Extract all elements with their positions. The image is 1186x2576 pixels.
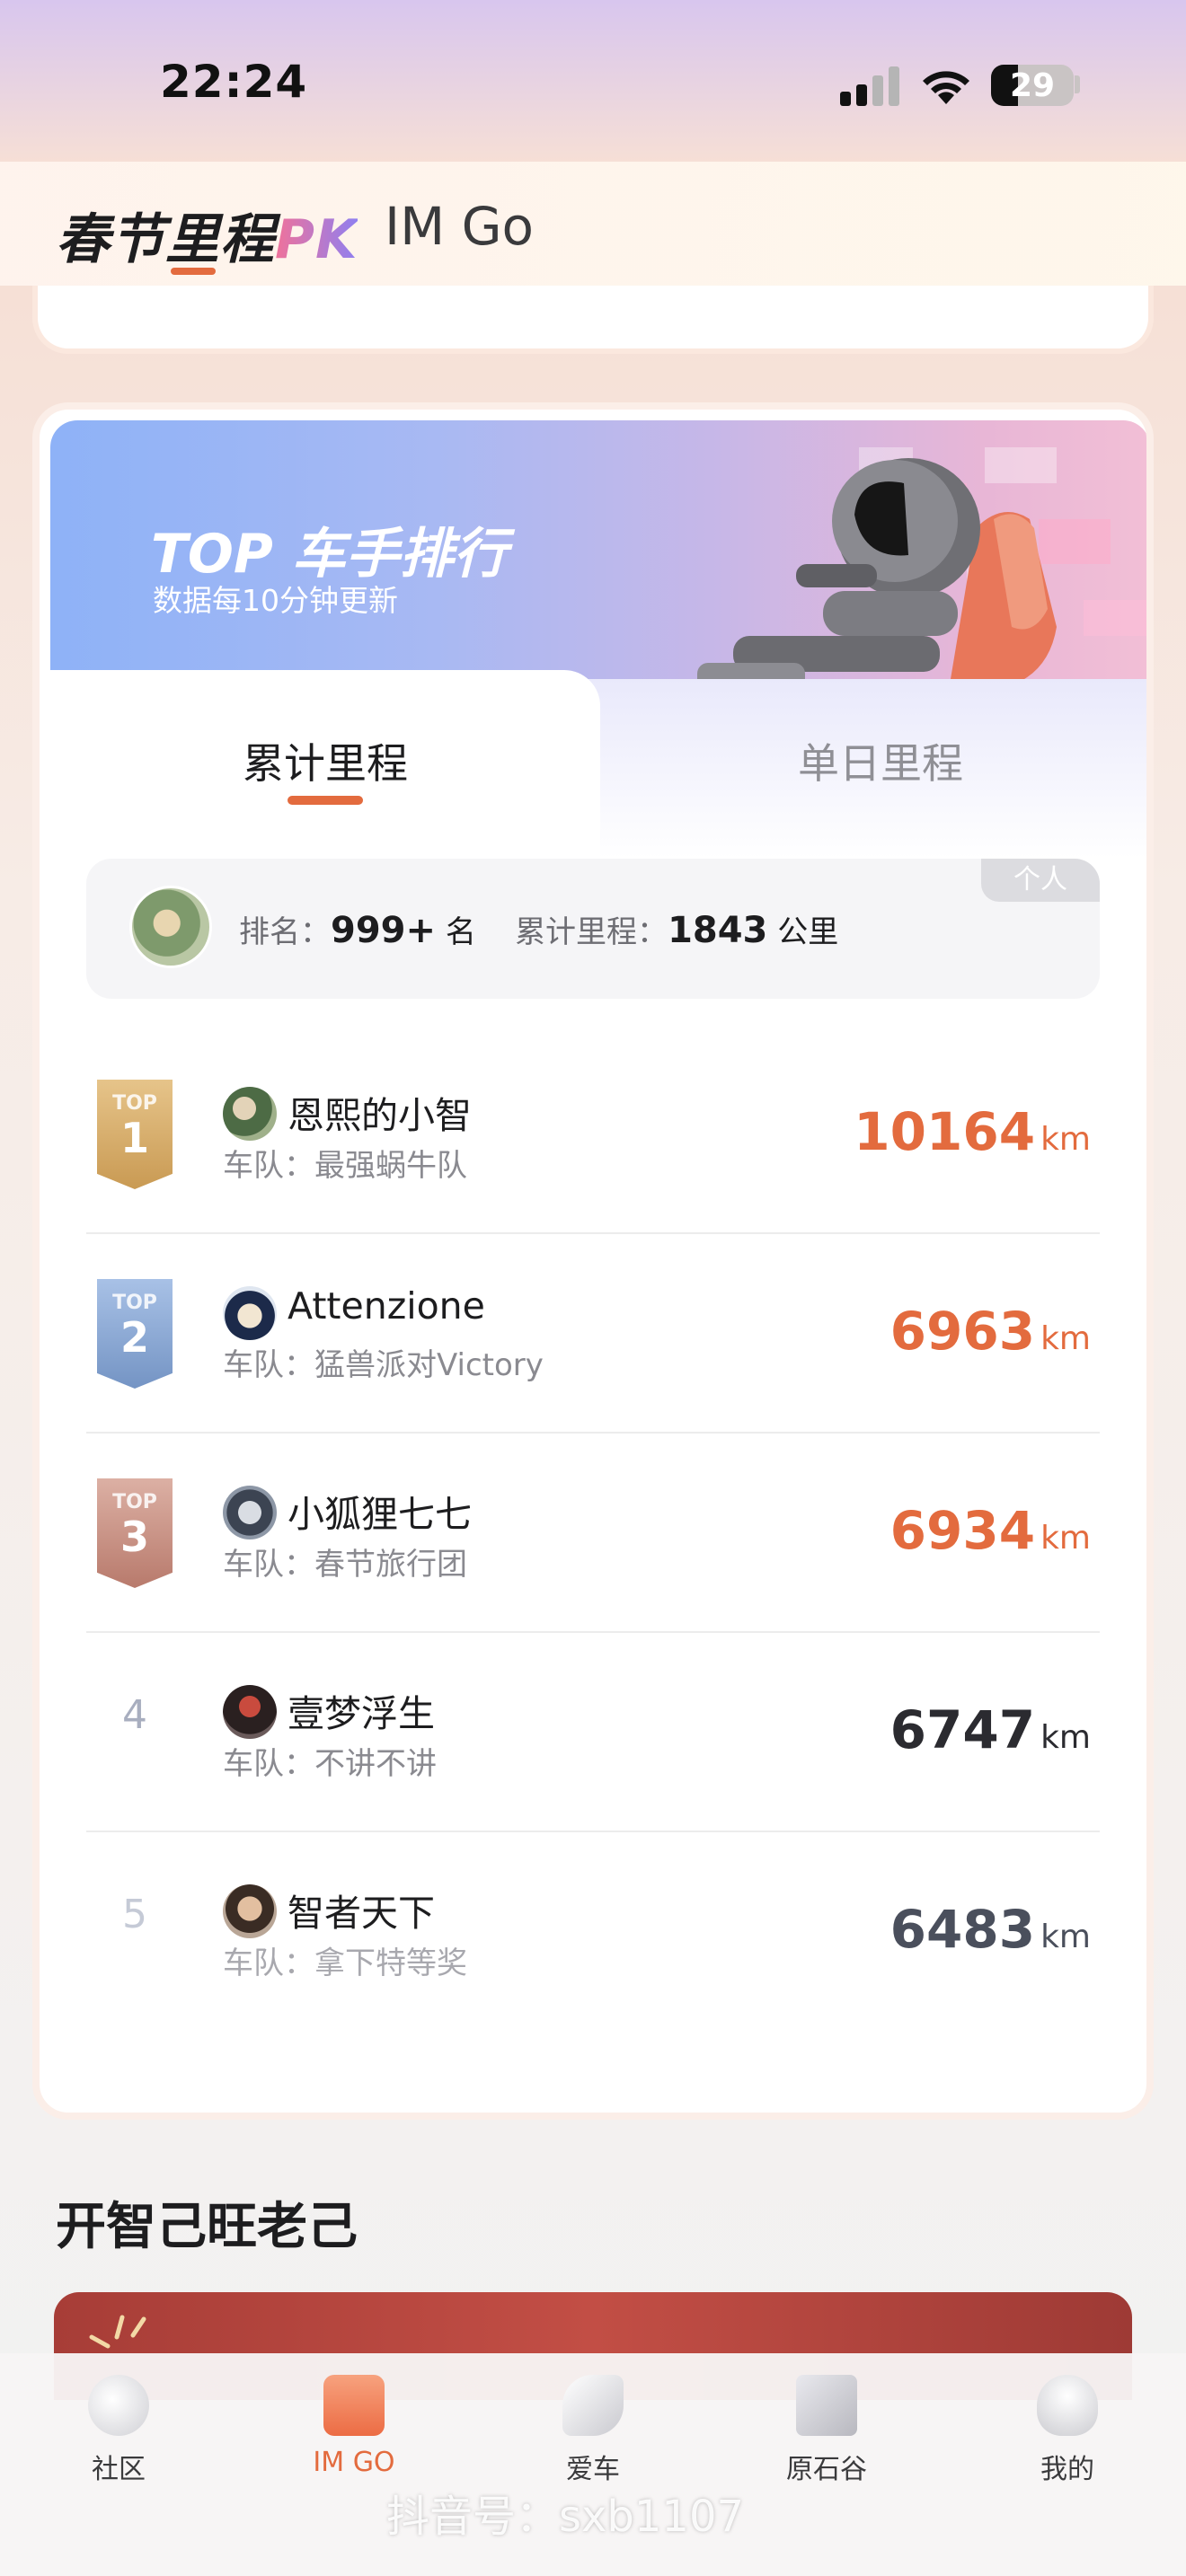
previous-card-edge <box>32 286 1154 354</box>
nav-label: 我的 <box>1040 2454 1094 2485</box>
profile-icon <box>1037 2375 1098 2436</box>
wifi-icon <box>918 65 974 106</box>
driver-distance: 6963 km <box>890 1301 1091 1362</box>
driver-name: 壹梦浮生 <box>288 1692 435 1735</box>
tab-brand-pk: PK <box>275 208 358 271</box>
community-icon <box>88 2375 149 2436</box>
nav-community[interactable]: 社区 <box>38 2375 199 2486</box>
rank-number: 5 <box>122 1892 147 1937</box>
avatar <box>223 1884 277 1938</box>
status-time: 22:24 <box>160 56 308 108</box>
team-prefix: 车队： <box>223 1746 314 1782</box>
astronaut-driver-illustration <box>697 458 1057 690</box>
driver-team: 车队：不讲不讲 <box>223 1739 437 1783</box>
mileage-label: 累计里程： <box>515 914 668 950</box>
badge-top-label: TOP <box>112 1292 157 1314</box>
tab-cumulative-mileage[interactable]: 累计里程 <box>40 731 611 790</box>
rank-number: 4 <box>122 1692 147 1738</box>
nav-stone-valley[interactable]: 原石谷 <box>746 2375 907 2486</box>
douyin-watermark: 抖音号：sxb1107 <box>386 2492 745 2542</box>
driver-team: 车队：猛兽派对Victory <box>223 1340 544 1384</box>
distance-unit: km <box>1040 1719 1091 1756</box>
avatar <box>223 1286 277 1340</box>
bronze-medal-icon: TOP 3 <box>97 1478 173 1588</box>
team-name: 不讲不讲 <box>314 1746 437 1782</box>
my-avatar <box>129 886 212 968</box>
nav-label: IM GO <box>313 2447 395 2478</box>
nav-profile[interactable]: 我的 <box>987 2375 1148 2486</box>
badge-rank-number: 1 <box>119 1114 149 1162</box>
mileage-value: 1843 <box>668 910 768 951</box>
nav-label: 原石谷 <box>786 2454 867 2485</box>
battery-icon: 29 <box>991 65 1074 106</box>
silver-medal-icon: TOP 2 <box>97 1279 173 1389</box>
team-name: 最强蜗牛队 <box>314 1148 467 1184</box>
badge-rank-number: 3 <box>119 1513 149 1561</box>
stone-icon <box>796 2375 857 2436</box>
driver-distance: 6934 km <box>890 1500 1091 1561</box>
driver-team: 车队：最强蜗牛队 <box>223 1141 467 1185</box>
personal-tag: 个人 <box>981 859 1100 902</box>
team-prefix: 车队： <box>223 1945 314 1981</box>
badge-top-label: TOP <box>112 1491 157 1513</box>
nav-im-go[interactable]: IM GO <box>273 2375 435 2478</box>
distance-value: 6483 <box>890 1899 1036 1960</box>
driver-name: Attenzione <box>288 1284 485 1328</box>
badge-top-label: TOP <box>112 1092 157 1115</box>
team-prefix: 车队： <box>223 1547 314 1583</box>
driver-name: 恩熙的小智 <box>288 1094 472 1137</box>
gold-medal-icon: TOP 1 <box>97 1080 173 1189</box>
driver-team: 车队：春节旅行团 <box>223 1539 467 1584</box>
nav-car[interactable]: 爱车 <box>512 2375 674 2486</box>
leaderboard-card: TOP 车手排行 数据每10分钟更新 累计里程 单日里程 个人 排名：999+ … <box>32 402 1154 2120</box>
driver-distance: 6483 km <box>890 1899 1091 1960</box>
nav-label: 社区 <box>92 2454 146 2485</box>
driver-distance: 6747 km <box>890 1699 1091 1760</box>
distance-unit: km <box>1040 1121 1091 1158</box>
distance-value: 6963 <box>890 1301 1036 1362</box>
avatar <box>223 1486 277 1539</box>
driver-name: 智者天下 <box>288 1892 435 1935</box>
distance-unit: km <box>1040 1520 1091 1557</box>
rank-value: 999+ <box>331 910 437 951</box>
distance-value: 6934 <box>890 1500 1036 1561</box>
section-title: 开智己旺老己 <box>56 2198 358 2256</box>
tab-active-underline <box>288 796 363 805</box>
tab-brand-label: 春节里程 <box>56 208 275 271</box>
team-prefix: 车队： <box>223 1347 314 1383</box>
distance-unit: km <box>1040 1320 1091 1357</box>
my-rank-line: 排名：999+ 名 累计里程：1843 公里 <box>239 907 838 951</box>
driver-name: 小狐狸七七 <box>288 1493 472 1536</box>
team-name: 春节旅行团 <box>314 1547 467 1583</box>
active-tab-indicator <box>171 268 216 275</box>
leaderboard-banner: TOP 车手排行 数据每10分钟更新 <box>50 420 1146 690</box>
car-icon <box>562 2375 624 2436</box>
driver-distance: 10164 km <box>854 1101 1091 1162</box>
distance-value: 10164 <box>854 1101 1036 1162</box>
mileage-unit: 公里 <box>777 914 839 950</box>
team-prefix: 车队： <box>223 1148 314 1184</box>
cellular-signal-icon <box>840 66 901 106</box>
tab-im-go[interactable]: IM Go <box>385 196 534 257</box>
driver-team: 车队：拿下特等奖 <box>223 1938 467 1982</box>
tab-spring-festival-pk[interactable]: 春节里程PK <box>56 196 358 274</box>
distance-value: 6747 <box>890 1699 1036 1760</box>
battery-level: 29 <box>1009 67 1056 104</box>
imgo-icon <box>323 2375 385 2436</box>
badge-rank-number: 2 <box>119 1313 149 1362</box>
avatar <box>223 1087 277 1141</box>
team-name: 拿下特等奖 <box>314 1945 467 1981</box>
tab-daily-mileage[interactable]: 单日里程 <box>611 731 1146 790</box>
rank-label: 排名： <box>239 914 331 950</box>
team-name: 猛兽派对Victory <box>314 1347 544 1383</box>
banner-subtitle: 数据每10分钟更新 <box>153 583 398 618</box>
rank-unit: 名 <box>445 914 476 950</box>
distance-unit: km <box>1040 1919 1091 1955</box>
battery-tip <box>1075 75 1080 93</box>
avatar <box>223 1685 277 1739</box>
